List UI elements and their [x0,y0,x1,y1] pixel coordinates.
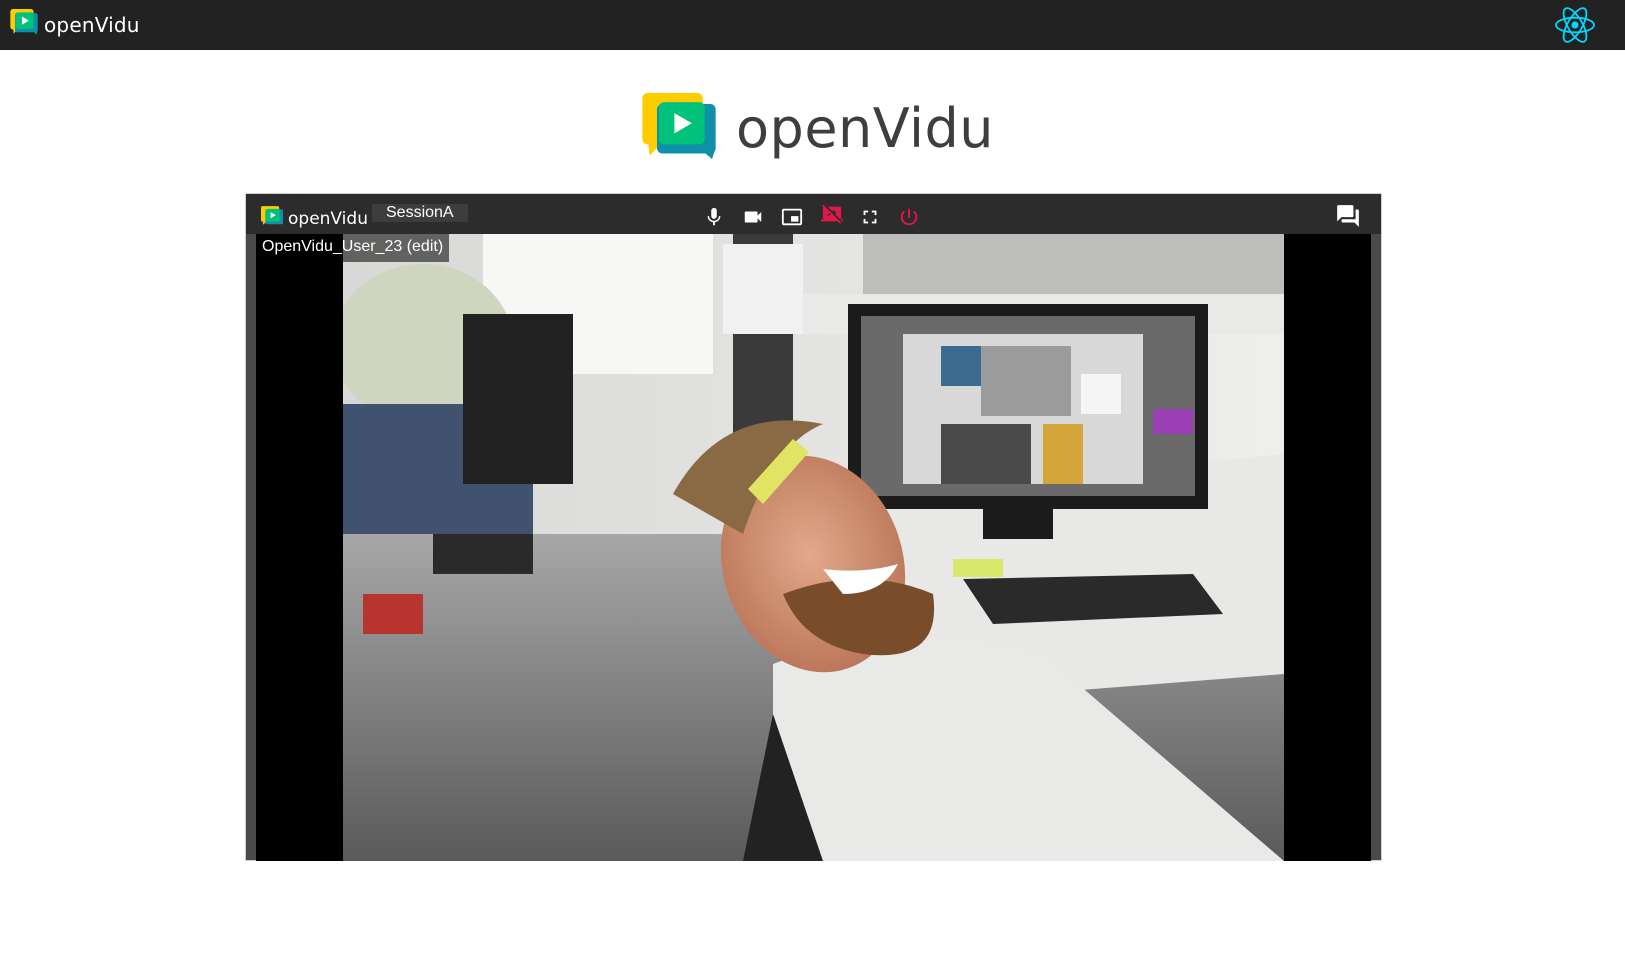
leave-session-button[interactable] [897,205,921,229]
toolbar-brand-text: openVidu [288,208,368,229]
session-toolbar: openVidu SessionA [246,194,1381,234]
switch-camera-button[interactable] [780,205,804,229]
participant-nickname[interactable]: OpenVidu_User_23 (edit) [256,234,450,262]
navbar-brand[interactable]: openVidu [10,9,140,40]
navbar-brand-text: openVidu [44,12,140,37]
camera-button[interactable] [741,205,765,229]
openvidu-logo-icon [10,9,38,40]
fullscreen-icon [863,210,877,224]
toolbar-logo-icon [261,206,283,231]
mic-button[interactable] [702,205,726,229]
chat-button[interactable] [1335,203,1361,229]
fullscreen-button[interactable] [858,205,882,229]
videocam-icon [744,211,762,223]
hero-brand-text: openVidu [736,97,995,160]
openvidu-hero-logo-icon [642,93,716,164]
video-area: OpenVidu_User_23 (edit) [256,234,1371,861]
chat-icon [1337,205,1359,227]
session-name: SessionA [372,204,468,222]
top-navbar: openVidu [0,0,1625,50]
power-icon [900,208,918,226]
toolbar-brand: openVidu [261,206,368,231]
session-container: openVidu SessionA OpenVidu_User_23 (edit… [245,193,1382,861]
fullscreen-button-spacer [836,205,860,229]
picture-in-picture-icon [781,208,803,226]
hero-logo: openVidu [642,93,994,164]
mic-icon [707,207,721,226]
participant-video [343,234,1284,861]
react-icon[interactable] [1553,4,1597,46]
